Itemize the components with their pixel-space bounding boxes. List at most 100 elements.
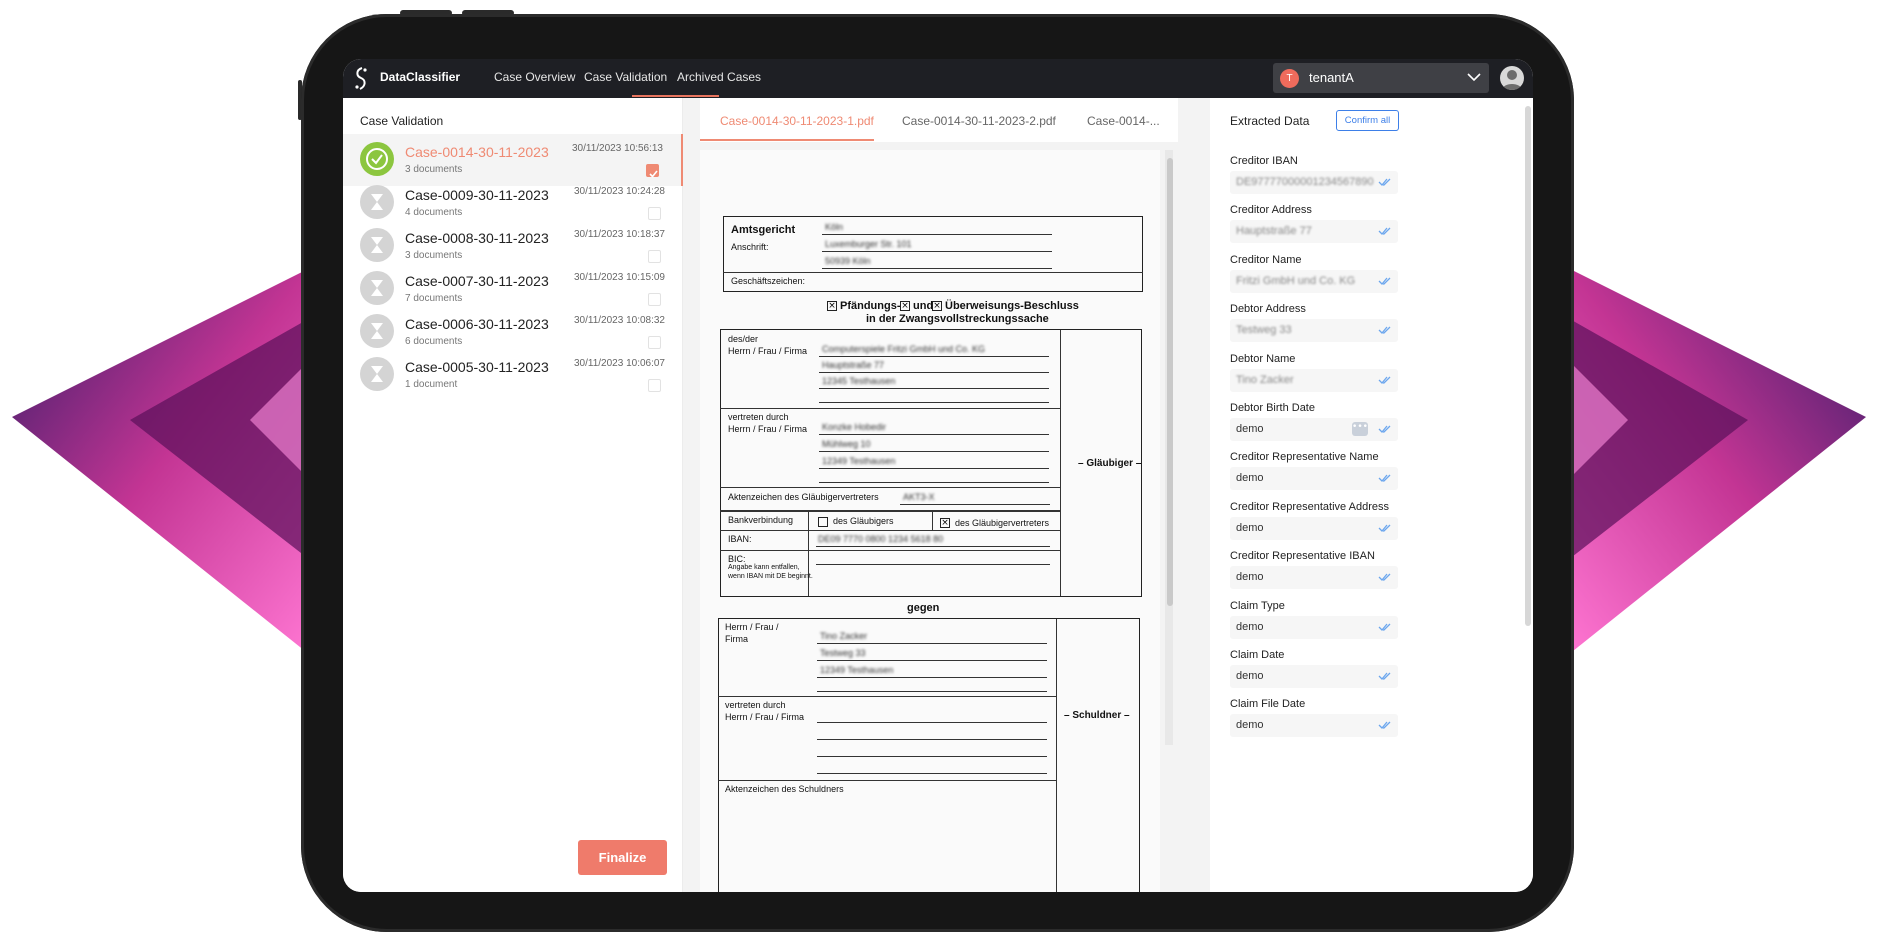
field-value: demo	[1236, 620, 1264, 633]
double-check-icon[interactable]	[1378, 522, 1392, 534]
more-options-icon[interactable]: •••	[1352, 422, 1368, 436]
form-line	[720, 530, 1060, 531]
field-label: Debtor Address	[1230, 303, 1306, 316]
double-check-icon[interactable]	[1378, 423, 1392, 435]
app-screen: DataClassifier Case Overview Case Valida…	[343, 59, 1533, 892]
field-input[interactable]: demo •••	[1230, 418, 1398, 441]
field-label: Creditor Representative Address	[1230, 500, 1389, 513]
tenant-avatar: T	[1280, 69, 1299, 88]
field-label: Claim File Date	[1230, 698, 1306, 711]
field-value: demo	[1236, 719, 1264, 732]
case-doc-count: 3 documents	[405, 164, 463, 175]
tab-document-3[interactable]: Case-0014-...	[1087, 114, 1167, 128]
field-input[interactable]: demo	[1230, 566, 1398, 590]
field-label: Debtor Birth Date	[1230, 402, 1315, 414]
nav-case-overview[interactable]: Case Overview	[494, 70, 575, 84]
court-value: Köln	[825, 222, 844, 232]
case-checkbox[interactable]	[648, 250, 661, 263]
bic-note-2: wenn IBAN mit DE beginnt.	[728, 573, 813, 580]
field-label: Creditor IBAN	[1230, 155, 1298, 167]
double-check-icon[interactable]	[1378, 472, 1392, 484]
case-checkbox[interactable]	[648, 336, 661, 349]
double-check-icon[interactable]	[1378, 324, 1392, 336]
case-doc-count: 6 documents	[405, 336, 463, 347]
tenant-name: tenantA	[1309, 70, 1354, 85]
field-input[interactable]: demo	[1230, 615, 1398, 639]
case-checkbox[interactable]	[648, 293, 661, 306]
confirm-all-button[interactable]: Confirm all	[1336, 110, 1399, 131]
form-divider	[1060, 330, 1061, 596]
field-input[interactable]: demo	[1230, 467, 1398, 491]
address-label: Anschrift:	[731, 242, 769, 252]
field-input[interactable]: DE97777000001234567890	[1230, 171, 1398, 194]
form-line	[817, 773, 1047, 774]
viewer-scrollbar-thumb[interactable]	[1167, 158, 1173, 606]
form-line	[817, 722, 1047, 723]
field-value: demo	[1236, 472, 1264, 485]
checkbox-checked: ×	[900, 301, 910, 311]
finalize-button[interactable]: Finalize	[578, 840, 667, 875]
double-check-icon[interactable]	[1378, 571, 1392, 583]
double-check-icon[interactable]	[1378, 719, 1392, 731]
tenant-selector[interactable]: T tenantA	[1273, 63, 1489, 93]
checkbox-empty	[818, 517, 828, 527]
field-input[interactable]: Tino Zacker	[1230, 368, 1398, 392]
field-value: demo	[1236, 521, 1264, 534]
debtor-city: 12349 Testhausen	[820, 665, 894, 675]
form-line	[822, 268, 1052, 269]
double-check-icon[interactable]	[1378, 670, 1392, 682]
debtor-herr-2: Firma	[725, 634, 748, 644]
double-check-icon[interactable]	[1378, 275, 1392, 287]
form-line	[817, 677, 1047, 678]
case-name: Case-0014-30-11-2023	[405, 144, 549, 160]
nav-active-indicator	[632, 95, 719, 97]
field-value: Testweg 33	[1236, 324, 1292, 337]
case-name: Case-0006-30-11-2023	[405, 316, 549, 332]
case-doc-count: 7 documents	[405, 293, 463, 304]
tab-document-2[interactable]: Case-0014-30-11-2023-2.pdf	[902, 114, 1056, 128]
nav-archived-cases[interactable]: Archived Cases	[677, 70, 761, 84]
form-line	[720, 408, 1060, 409]
field-input[interactable]: Testweg 33	[1230, 319, 1398, 343]
pdf-page: Amtsgericht Köln Anschrift: Luxemburger …	[700, 150, 1160, 892]
form-line	[816, 564, 1050, 565]
case-checkbox[interactable]	[648, 379, 661, 392]
field-input[interactable]: demo	[1230, 516, 1398, 540]
document-tabs: Case-0014-30-11-2023-1.pdf Case-0014-30-…	[700, 98, 1178, 142]
field-input[interactable]: demo	[1230, 714, 1398, 738]
heading-part-b: und	[913, 300, 934, 312]
rep-herr: Herrn / Frau / Firma	[728, 424, 808, 434]
field-input[interactable]: demo	[1230, 665, 1398, 688]
check-circle-icon	[360, 142, 394, 176]
field-input[interactable]: Fritzi GmbH und Co. KG	[1230, 269, 1398, 293]
rep-name: Konzke Hobedir	[822, 422, 887, 432]
field-input[interactable]: Hauptstraße 77	[1230, 220, 1398, 244]
form-line	[900, 504, 1050, 505]
field-value: Tino Zacker	[1236, 373, 1294, 386]
creditor-herr: Herrn / Frau / Firma	[728, 346, 808, 356]
case-timestamp: 30/11/2023 10:56:13	[571, 143, 663, 154]
debtor-rep-intro: vertreten durch	[725, 700, 786, 710]
case-checkbox[interactable]	[648, 207, 661, 220]
case-list-item[interactable]: Case-0005-30-11-2023 1 document 30/11/2023…	[343, 349, 683, 401]
tab-active-indicator	[700, 139, 874, 141]
field-label: Creditor Representative IBAN	[1230, 550, 1375, 563]
double-check-icon[interactable]	[1378, 176, 1392, 188]
iban-label: IBAN:	[728, 534, 752, 544]
case-checkbox[interactable]	[646, 164, 659, 178]
nav-case-validation[interactable]: Case Validation	[584, 70, 667, 84]
case-timestamp: 30/11/2023 10:24:28	[573, 186, 665, 197]
double-check-icon[interactable]	[1378, 225, 1392, 237]
brand-name: DataClassifier	[380, 70, 461, 84]
double-check-icon[interactable]	[1378, 374, 1392, 386]
double-check-icon[interactable]	[1378, 621, 1392, 633]
form-line	[819, 388, 1049, 389]
form-line	[817, 643, 1047, 644]
panel-scrollbar[interactable]	[1525, 106, 1531, 626]
tab-document-1[interactable]: Case-0014-30-11-2023-1.pdf	[720, 114, 874, 128]
hourglass-icon	[360, 271, 394, 305]
user-avatar[interactable]	[1500, 66, 1524, 90]
debtor-herr-1: Herrn / Frau /	[725, 622, 779, 632]
rep-intro: vertreten durch	[728, 412, 789, 422]
hourglass-icon	[360, 228, 394, 262]
